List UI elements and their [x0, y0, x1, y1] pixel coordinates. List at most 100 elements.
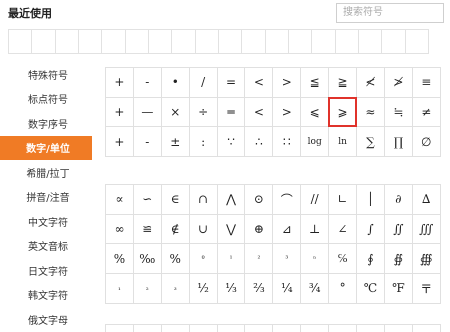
symbol-cell[interactable]: ∬	[383, 213, 413, 245]
symbol-cell[interactable]: ≈	[356, 96, 385, 128]
symbol-cell[interactable]	[188, 324, 218, 332]
symbol-cell[interactable]: ₂	[132, 273, 162, 304]
symbol-cell[interactable]: ∏	[383, 126, 413, 158]
symbol-cell[interactable]: ∫	[356, 213, 385, 245]
sidebar-item-8[interactable]: 日文字符	[0, 258, 92, 283]
symbol-cell[interactable]: ∉	[160, 213, 190, 245]
sidebar-item-7[interactable]: 英文音标	[0, 234, 92, 259]
symbol-cell[interactable]: ½	[188, 273, 218, 304]
symbol-cell[interactable]: +	[105, 96, 134, 128]
symbol-cell[interactable]	[383, 324, 413, 332]
recent-symbol-slot[interactable]	[381, 29, 406, 54]
symbol-cell[interactable]	[272, 324, 302, 332]
symbol-cell[interactable]: ⋀	[216, 184, 246, 215]
symbol-cell[interactable]: ²	[244, 243, 274, 275]
sidebar-item-10[interactable]: 俄文字母	[0, 307, 92, 332]
recent-symbol-slot[interactable]	[311, 29, 336, 54]
recent-symbol-slot[interactable]	[31, 29, 56, 54]
sidebar-item-6[interactable]: 中文字符	[0, 209, 92, 234]
symbol-cell[interactable]: ∟	[328, 184, 358, 215]
symbol-cell[interactable]	[411, 324, 441, 332]
symbol-cell[interactable]: -	[132, 126, 162, 158]
recent-symbol-slot[interactable]	[54, 29, 79, 54]
recent-symbol-slot[interactable]	[8, 29, 33, 54]
symbol-cell[interactable]	[244, 324, 274, 332]
symbol-cell[interactable]: ⩽	[300, 96, 330, 128]
symbol-cell[interactable]: ≡	[411, 67, 441, 98]
symbol-cell[interactable]: ≠	[411, 96, 441, 128]
symbol-cell[interactable]: ln	[328, 126, 358, 158]
symbol-cell[interactable]: ₁	[105, 273, 134, 304]
symbol-cell[interactable]: //	[300, 184, 330, 215]
symbol-cell[interactable]: ∅	[411, 126, 441, 158]
symbol-cell[interactable]: ≧	[328, 67, 358, 98]
sidebar-item-3[interactable]: 数字/单位	[0, 135, 92, 160]
symbol-cell[interactable]: ∪	[188, 213, 218, 245]
symbol-cell[interactable]: ∷	[272, 126, 302, 158]
symbol-cell[interactable]	[356, 324, 385, 332]
symbol-cell[interactable]: º	[188, 243, 218, 275]
symbol-cell[interactable]: >	[272, 67, 302, 98]
symbol-cell[interactable]: ∽	[132, 184, 162, 215]
sidebar-item-2[interactable]: 数字序号	[0, 111, 92, 136]
symbol-search-input[interactable]: 搜索符号	[336, 3, 444, 23]
symbol-cell[interactable]: :	[188, 126, 218, 158]
recent-symbol-slot[interactable]	[334, 29, 359, 54]
symbol-cell[interactable]: ⁿ	[300, 243, 330, 275]
recent-symbol-slot[interactable]	[241, 29, 266, 54]
recent-symbol-slot[interactable]	[194, 29, 219, 54]
symbol-cell[interactable]: ⅔	[244, 273, 274, 304]
symbol-cell[interactable]: >	[272, 96, 302, 128]
symbol-cell[interactable]: —	[132, 96, 162, 128]
symbol-cell[interactable]: ∂	[383, 184, 413, 215]
symbol-cell[interactable]: ¾	[300, 273, 330, 304]
symbol-cell[interactable]: ∭	[411, 213, 441, 245]
symbol-cell[interactable]: ⊥	[300, 213, 330, 245]
symbol-cell[interactable]: ⊕	[244, 213, 274, 245]
symbol-cell[interactable]: ±	[160, 126, 190, 158]
symbol-cell[interactable]: log	[300, 126, 330, 158]
symbol-cell[interactable]: 〒	[411, 273, 441, 304]
symbol-cell[interactable]: ∞	[105, 213, 134, 245]
sidebar-item-1[interactable]: 标点符号	[0, 87, 92, 112]
symbol-cell[interactable]	[328, 324, 358, 332]
symbol-cell[interactable]: /	[188, 67, 218, 98]
symbol-cell[interactable]	[105, 324, 134, 332]
symbol-cell[interactable]: ‰	[132, 243, 162, 275]
recent-symbol-slot[interactable]	[77, 29, 103, 54]
recent-symbol-slot[interactable]	[101, 29, 126, 54]
sidebar-item-9[interactable]: 韩文字符	[0, 283, 92, 308]
recent-symbol-slot[interactable]	[404, 29, 429, 54]
symbol-cell[interactable]: ℉	[383, 273, 413, 304]
symbol-cell[interactable]: %	[160, 243, 190, 275]
symbol-cell[interactable]: ≮	[356, 67, 385, 98]
symbol-cell[interactable]: ×	[160, 96, 190, 128]
symbol-cell[interactable]: ⌒	[272, 184, 302, 215]
symbol-cell[interactable]: ∴	[244, 126, 274, 158]
symbol-cell[interactable]: ∝	[105, 184, 134, 215]
symbol-cell[interactable]: ∩	[188, 184, 218, 215]
symbol-cell[interactable]: ¹	[216, 243, 246, 275]
symbol-cell[interactable]: ₃	[160, 273, 190, 304]
recent-symbol-slot[interactable]	[124, 29, 149, 54]
symbol-cell[interactable]: ∠	[328, 213, 358, 245]
symbol-cell[interactable]: -	[132, 67, 162, 98]
recent-symbol-slot[interactable]	[357, 29, 383, 54]
symbol-cell[interactable]: ≒	[383, 96, 413, 128]
symbol-cell[interactable]: ⅓	[216, 273, 246, 304]
symbol-cell[interactable]: │	[356, 184, 385, 215]
sidebar-item-5[interactable]: 拼音/注音	[0, 185, 92, 210]
recent-symbol-slot[interactable]	[171, 29, 196, 54]
symbol-cell[interactable]: ∈	[160, 184, 190, 215]
symbol-cell[interactable]: ∵	[216, 126, 246, 158]
symbol-cell[interactable]	[300, 324, 330, 332]
symbol-cell[interactable]: ∮	[356, 243, 385, 275]
recent-symbol-slot[interactable]	[217, 29, 243, 54]
symbol-cell[interactable]: ³	[272, 243, 302, 275]
symbol-cell[interactable]: ⊿	[272, 213, 302, 245]
recent-symbol-slot[interactable]	[147, 29, 173, 54]
symbol-cell[interactable]: •	[160, 67, 190, 98]
symbol-cell[interactable]: ℃	[356, 273, 385, 304]
sidebar-item-0[interactable]: 特殊符号	[0, 62, 92, 87]
sidebar-item-4[interactable]: 希腊/拉丁	[0, 160, 92, 185]
